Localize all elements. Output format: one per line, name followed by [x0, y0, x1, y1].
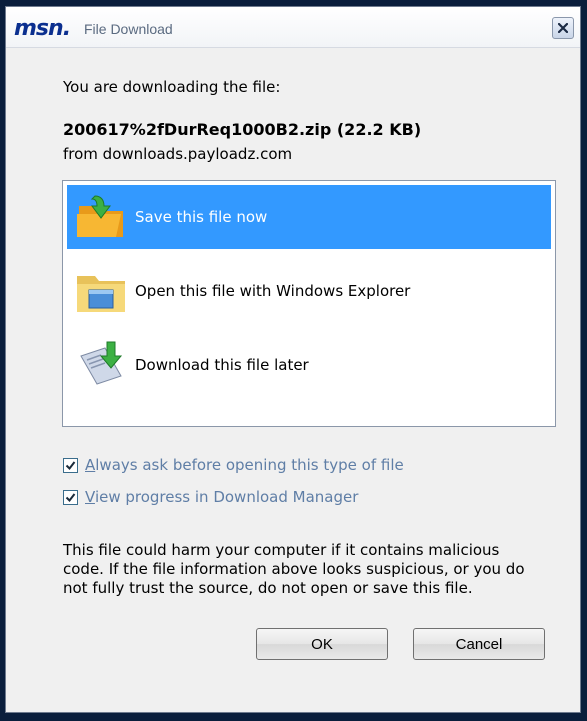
close-x-icon: [558, 23, 568, 33]
folder-save-icon: [77, 195, 123, 237]
view-progress-checkbox-row[interactable]: View progress in Download Manager: [63, 488, 358, 506]
download-later-icon: [80, 341, 123, 385]
always-ask-checkbox[interactable]: [63, 457, 78, 473]
file-name: 200617%2fDurReq1000B2.zip (22.2 KB): [63, 120, 422, 139]
view-progress-label: View progress in Download Manager: [85, 488, 359, 506]
download-options-list: Save this file now Open this file with W…: [62, 180, 556, 427]
msn-logo: msn.: [14, 16, 71, 41]
option-label: Open this file with Windows Explorer: [135, 282, 411, 300]
option-save-file[interactable]: Save this file now: [67, 185, 551, 249]
checkmark-icon: [65, 492, 76, 502]
cancel-button[interactable]: Cancel: [413, 628, 545, 660]
ok-button[interactable]: OK: [256, 628, 388, 660]
option-download-later[interactable]: Download this file later: [67, 333, 551, 397]
option-label: Download this file later: [135, 356, 309, 374]
titlebar: msn. File Download: [6, 7, 580, 48]
checkmark-icon: [65, 460, 76, 470]
always-ask-checkbox-row[interactable]: Always ask before opening this type of f…: [63, 456, 404, 474]
close-button[interactable]: [552, 17, 574, 39]
file-download-dialog: msn. File Download You are downloading t…: [5, 6, 581, 713]
window-title: File Download: [84, 21, 173, 37]
explorer-folder-icon: [77, 276, 125, 312]
intro-text: You are downloading the file:: [63, 78, 281, 96]
file-source: from downloads.payloadz.com: [63, 145, 293, 163]
option-open-with-explorer[interactable]: Open this file with Windows Explorer: [67, 259, 551, 323]
security-warning-text: This file could harm your computer if it…: [63, 541, 525, 597]
always-ask-label: Always ask before opening this type of f…: [85, 456, 404, 474]
dialog-body: You are downloading the file: 200617%2fD…: [6, 48, 580, 712]
option-label: Save this file now: [135, 208, 268, 226]
view-progress-checkbox[interactable]: [63, 489, 78, 505]
